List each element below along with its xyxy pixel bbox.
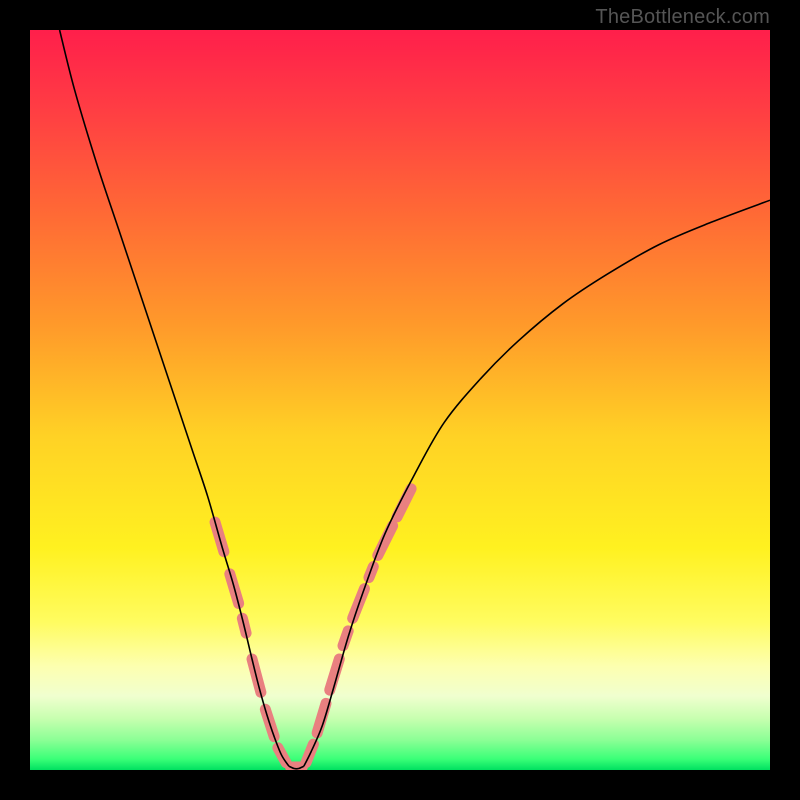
curve-layer <box>30 30 770 770</box>
plot-area <box>30 30 770 770</box>
watermark-text: TheBottleneck.com <box>595 6 770 29</box>
highlight-segment <box>378 526 393 556</box>
chart-frame: TheBottleneck.com <box>0 0 800 800</box>
curve-right-branch <box>304 200 770 766</box>
